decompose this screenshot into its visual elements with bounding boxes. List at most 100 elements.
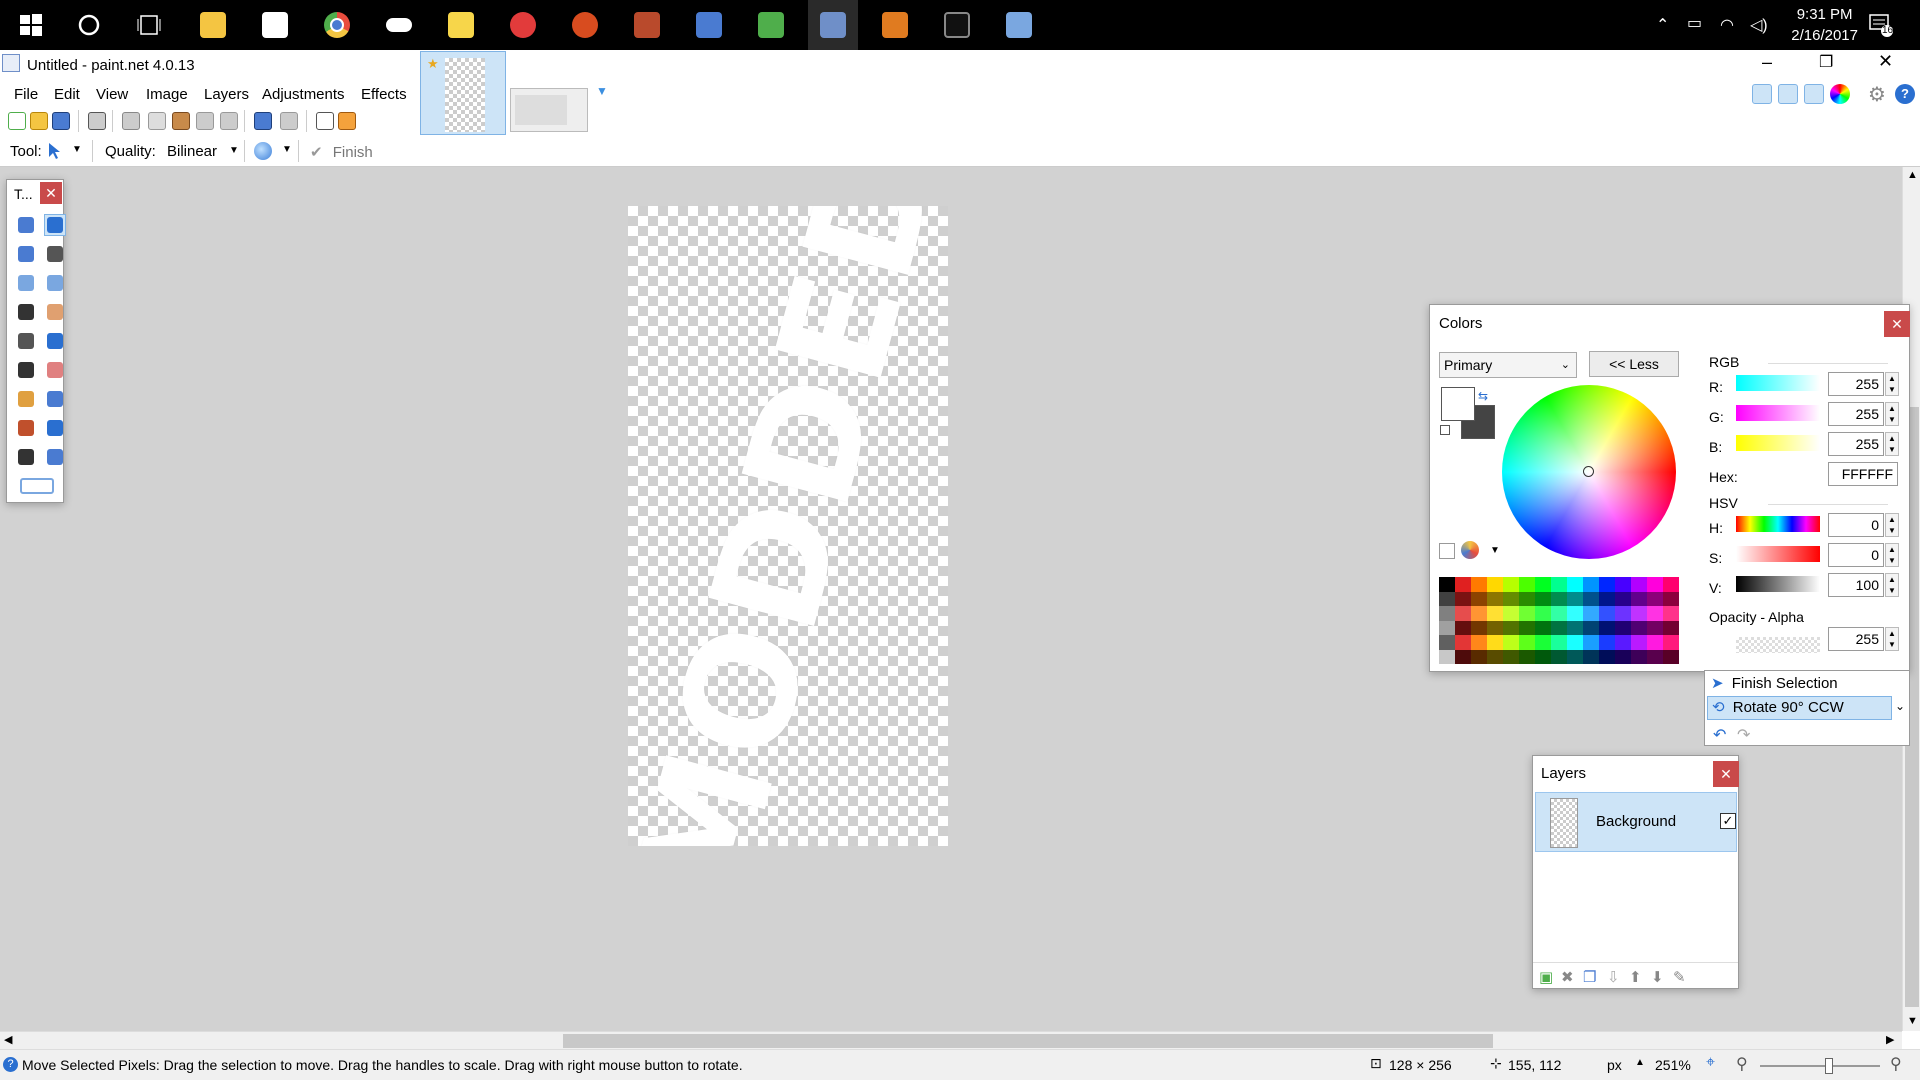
- palette-swatch[interactable]: [1535, 635, 1551, 650]
- close-button[interactable]: ✕: [1878, 51, 1893, 72]
- palette-swatch[interactable]: [1631, 591, 1647, 606]
- palette-swatch[interactable]: [1535, 591, 1551, 606]
- layers-panel-close-button[interactable]: ✕: [1713, 761, 1739, 787]
- tool-button[interactable]: [44, 330, 66, 352]
- palette-swatch[interactable]: [1567, 649, 1583, 664]
- taskbar-button[interactable]: [374, 0, 424, 50]
- image-tab-active[interactable]: ★: [420, 51, 506, 135]
- tool-button[interactable]: [15, 272, 37, 294]
- finish-button[interactable]: ✔ Finish: [310, 143, 373, 161]
- tool-dropdown-icon[interactable]: ▼: [72, 144, 82, 155]
- open-icon[interactable]: [30, 112, 48, 130]
- history-toggle-icon[interactable]: [1778, 84, 1798, 104]
- taskbar-button[interactable]: [250, 0, 300, 50]
- palette-swatch[interactable]: [1519, 649, 1535, 664]
- palette-swatch[interactable]: [1599, 577, 1615, 592]
- undo-icon[interactable]: [254, 112, 272, 130]
- palette-swatch[interactable]: [1583, 591, 1599, 606]
- hue-spinner[interactable]: ▲ ▼: [1885, 513, 1899, 537]
- palette-swatch[interactable]: [1615, 591, 1631, 606]
- palette-swatch[interactable]: [1439, 649, 1455, 664]
- palette-swatch[interactable]: [1615, 577, 1631, 592]
- palette-swatch[interactable]: [1663, 577, 1679, 592]
- palette-swatch[interactable]: [1631, 606, 1647, 621]
- wifi-icon[interactable]: ◠: [1720, 15, 1734, 35]
- palette-swatch[interactable]: [1487, 577, 1503, 592]
- crop-to-selection-icon[interactable]: [196, 112, 214, 130]
- palette-swatch[interactable]: [1567, 620, 1583, 635]
- tool-button[interactable]: [44, 214, 66, 236]
- palette-swatch[interactable]: [1567, 606, 1583, 621]
- palette-swatch[interactable]: [1519, 577, 1535, 592]
- tool-button[interactable]: [15, 446, 37, 468]
- value-spinner[interactable]: ▲ ▼: [1885, 573, 1899, 597]
- palette-swatch[interactable]: [1583, 620, 1599, 635]
- volume-icon[interactable]: ◁): [1750, 15, 1768, 35]
- palette-swatch[interactable]: [1439, 635, 1455, 650]
- palette-swatch[interactable]: [1615, 606, 1631, 621]
- tool-button[interactable]: [44, 301, 66, 323]
- palette-swatch[interactable]: [1487, 591, 1503, 606]
- image-canvas[interactable]: MODDED: [628, 206, 948, 846]
- rendering-mode-icon[interactable]: [254, 142, 272, 160]
- layer-visibility-checkbox[interactable]: ✓: [1720, 813, 1736, 829]
- palette-swatch[interactable]: [1455, 577, 1471, 592]
- restore-button[interactable]: ❐: [1819, 52, 1833, 72]
- move-layer-up-icon[interactable]: ⬆: [1629, 968, 1642, 986]
- palette-swatch[interactable]: [1615, 635, 1631, 650]
- action-center-icon[interactable]: 16: [1868, 12, 1894, 38]
- palette-swatch[interactable]: [1647, 649, 1663, 664]
- taskbar-button[interactable]: [498, 0, 548, 50]
- new-image-icon[interactable]: [8, 112, 26, 130]
- paste-icon[interactable]: [172, 112, 190, 130]
- taskbar-button[interactable]: [560, 0, 610, 50]
- taskbar-button[interactable]: [932, 0, 982, 50]
- palette-swatch[interactable]: [1439, 606, 1455, 621]
- palette-swatch[interactable]: [1455, 606, 1471, 621]
- palette-swatch[interactable]: [1487, 606, 1503, 621]
- tool-button[interactable]: [15, 388, 37, 410]
- menu-file[interactable]: File: [14, 86, 38, 103]
- palette-swatch[interactable]: [1567, 635, 1583, 650]
- horizontal-scroll-thumb[interactable]: [563, 1034, 1493, 1048]
- palette-swatch[interactable]: [1647, 606, 1663, 621]
- palette-swatch[interactable]: [1535, 620, 1551, 635]
- hue-slider[interactable]: [1736, 516, 1820, 532]
- layer-properties-icon[interactable]: ✎: [1673, 968, 1686, 986]
- reset-colors-icon[interactable]: [1440, 425, 1450, 435]
- taskbar-button[interactable]: [312, 0, 362, 50]
- taskbar-button[interactable]: [64, 0, 114, 50]
- palette-swatch[interactable]: [1615, 620, 1631, 635]
- zoom-out-icon[interactable]: ⚲: [1736, 1054, 1748, 1074]
- color-palette[interactable]: [1439, 577, 1679, 665]
- palette-swatch[interactable]: [1503, 649, 1519, 664]
- chevron-up-icon[interactable]: ⌃: [1656, 15, 1669, 35]
- palette-swatch[interactable]: [1439, 591, 1455, 606]
- tool-button[interactable]: [15, 301, 37, 323]
- palette-swatch[interactable]: [1567, 577, 1583, 592]
- zoom-slider[interactable]: [1760, 1065, 1880, 1067]
- palette-swatch[interactable]: [1503, 591, 1519, 606]
- color-wheel-cursor[interactable]: [1583, 466, 1594, 477]
- tool-button[interactable]: [15, 330, 37, 352]
- scroll-left-icon[interactable]: ◀: [4, 1033, 12, 1046]
- deselect-icon[interactable]: [220, 112, 238, 130]
- print-icon[interactable]: [88, 112, 106, 130]
- history-scroll-icon[interactable]: ⌄: [1895, 699, 1905, 713]
- tool-button[interactable]: [44, 417, 66, 439]
- tools-toggle-icon[interactable]: [1752, 84, 1772, 104]
- scroll-down-icon[interactable]: ▼: [1907, 1015, 1918, 1027]
- value-slider[interactable]: [1736, 576, 1820, 592]
- tool-button[interactable]: [15, 214, 37, 236]
- less-button[interactable]: << Less: [1589, 351, 1679, 377]
- alpha-spinner[interactable]: ▲ ▼: [1885, 627, 1899, 651]
- redo-icon[interactable]: ↷: [1737, 725, 1750, 745]
- palette-swatch[interactable]: [1455, 620, 1471, 635]
- palette-swatch[interactable]: [1647, 591, 1663, 606]
- palette-dropdown-icon[interactable]: ▼: [1490, 545, 1500, 556]
- palette-swatch[interactable]: [1455, 635, 1471, 650]
- palette-swatch[interactable]: [1455, 649, 1471, 664]
- zoom-in-icon[interactable]: ⚲: [1890, 1054, 1902, 1074]
- blue-spinner[interactable]: ▲ ▼: [1885, 432, 1899, 456]
- tool-button[interactable]: [44, 272, 66, 294]
